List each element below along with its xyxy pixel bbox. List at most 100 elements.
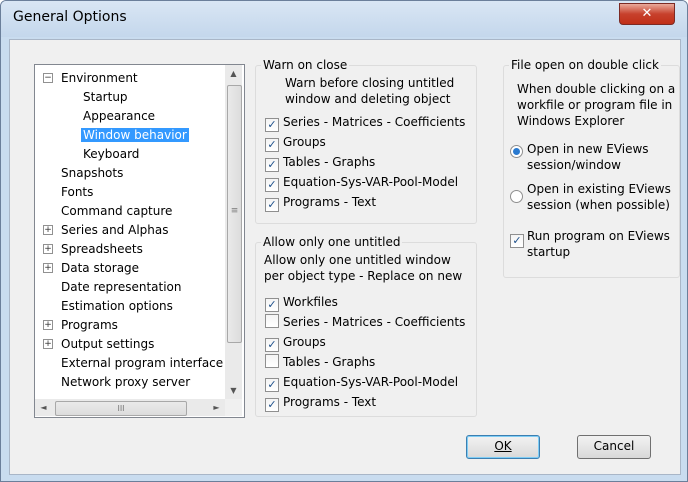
ok-button[interactable]: OK bbox=[466, 435, 540, 459]
tree-item-label: Programs bbox=[61, 318, 118, 332]
tree-item[interactable]: Series and Alphas bbox=[59, 221, 170, 239]
expand-plus-icon[interactable]: + bbox=[43, 225, 53, 235]
tree-item-label: Appearance bbox=[83, 109, 156, 123]
tree-item[interactable]: External program interface bbox=[59, 354, 225, 372]
scroll-down-arrow-icon[interactable]: ▼ bbox=[225, 382, 242, 399]
checkbox-label: Groups bbox=[283, 135, 326, 149]
tree-item[interactable]: Data storage bbox=[59, 259, 141, 277]
checkbox-label: Series - Matrices - Coefficients bbox=[283, 115, 466, 129]
hgrip-icon: III bbox=[117, 404, 125, 413]
checkbox-row[interactable]: ✓ Programs - Text bbox=[265, 194, 377, 212]
checkbox-row[interactable]: ✓ Programs - Text bbox=[265, 394, 377, 412]
horizontal-scroll-thumb[interactable]: III bbox=[55, 401, 187, 416]
tree-item-label: Data storage bbox=[61, 261, 140, 275]
tree-item-label: Fonts bbox=[61, 185, 94, 199]
radio-open-new-button[interactable] bbox=[510, 145, 523, 158]
tree-horizontal-scrollbar[interactable]: ◄ III ► bbox=[35, 399, 225, 416]
scroll-right-arrow-icon[interactable]: ► bbox=[208, 399, 225, 416]
checkbox-unchecked-icon[interactable] bbox=[265, 354, 279, 368]
checkbox-label: Workfiles bbox=[283, 295, 338, 309]
expand-plus-icon[interactable]: + bbox=[43, 320, 53, 330]
tree-item-label: Date representation bbox=[61, 280, 182, 294]
expand-plus-icon[interactable]: + bbox=[43, 244, 53, 254]
tree-item[interactable]: Appearance bbox=[81, 107, 157, 125]
checkbox-row[interactable]: ✓ Series - Matrices - Coefficients bbox=[265, 114, 466, 132]
tree-item-label: Network proxy server bbox=[61, 375, 191, 389]
checkbox-row[interactable]: ✓ Groups bbox=[265, 134, 326, 152]
tree-vertical-scrollbar[interactable]: ▲ ≡ ▼ bbox=[225, 65, 242, 399]
checkbox-checked-icon[interactable]: ✓ bbox=[265, 138, 279, 152]
tree-items: Environment − Startup Appearance Window beha… bbox=[35, 65, 225, 399]
options-tree[interactable]: Environment − Startup Appearance Window beha… bbox=[34, 64, 245, 418]
collapse-minus-icon[interactable]: − bbox=[43, 73, 53, 83]
tree-item[interactable]: Network proxy server bbox=[59, 373, 192, 391]
radio-open-existing-label: Open in existing EViews session (when po… bbox=[527, 182, 671, 212]
checkbox-checked-icon[interactable]: ✓ bbox=[265, 178, 279, 192]
tree-item[interactable]: Programs bbox=[59, 316, 120, 334]
expand-plus-icon[interactable]: + bbox=[43, 263, 53, 273]
run-program-label: Run program on EViews startup bbox=[527, 229, 670, 259]
checkbox-unchecked-icon[interactable] bbox=[265, 314, 279, 328]
checkbox-row[interactable]: ✓ Groups bbox=[265, 334, 326, 352]
scroll-left-arrow-icon[interactable]: ◄ bbox=[35, 399, 52, 416]
checkbox-row[interactable]: ✓ Equation-Sys-VAR-Pool-Model bbox=[265, 174, 459, 192]
radio-selected-dot bbox=[513, 148, 520, 155]
radio-open-existing-button[interactable] bbox=[510, 190, 523, 203]
tree-item[interactable]: Startup bbox=[81, 88, 130, 106]
tree-item[interactable]: Spreadsheets bbox=[59, 240, 145, 258]
tree-item[interactable]: Environment bbox=[59, 69, 140, 87]
checkbox-label: Programs - Text bbox=[283, 395, 377, 409]
checkbox-checked-icon[interactable]: ✓ bbox=[265, 158, 279, 172]
checkbox-row[interactable]: ✓ Equation-Sys-VAR-Pool-Model bbox=[265, 374, 459, 392]
tree-item[interactable]: Date representation bbox=[59, 278, 184, 296]
grip-icon: ≡ bbox=[230, 206, 239, 216]
tree-item[interactable]: Keyboard bbox=[81, 145, 141, 163]
checkbox-label: Series - Matrices - Coefficients bbox=[283, 315, 466, 329]
checkbox-label: Equation-Sys-VAR-Pool-Model bbox=[283, 375, 459, 389]
dialog-body: Environment − Startup Appearance Window beha… bbox=[9, 39, 681, 475]
file-open-title: File open on double click bbox=[509, 58, 661, 72]
cancel-button-label: Cancel bbox=[593, 439, 635, 453]
tree-item-label: Estimation options bbox=[61, 299, 173, 313]
tree-item[interactable]: Command capture bbox=[59, 202, 174, 220]
checkbox-label: Programs - Text bbox=[283, 195, 377, 209]
tree-item-label: Spreadsheets bbox=[61, 242, 143, 256]
checkbox-row[interactable]: Series - Matrices - Coefficients bbox=[265, 314, 465, 330]
checkbox-row[interactable]: Tables - Graphs bbox=[265, 354, 375, 370]
checkbox-checked-icon[interactable]: ✓ bbox=[265, 118, 279, 132]
checkbox-row[interactable]: ✓ Tables - Graphs bbox=[265, 154, 375, 172]
ok-button-label: OK bbox=[494, 439, 512, 453]
warn-on-close-title: Warn on close bbox=[261, 58, 350, 72]
checkbox-checked-icon[interactable]: ✓ bbox=[265, 298, 279, 312]
tree-item-label: External program interface bbox=[61, 356, 224, 370]
checkbox-checked-icon[interactable]: ✓ bbox=[265, 398, 279, 412]
tree-item-label: Snapshots bbox=[61, 166, 124, 180]
tree-item[interactable]: Estimation options bbox=[59, 297, 175, 315]
radio-open-new-label: Open in new EViews session/window bbox=[527, 142, 649, 172]
checkbox-checked-icon[interactable]: ✓ bbox=[265, 378, 279, 392]
general-options-window: General Options ✕ Environment − Startup App… bbox=[0, 0, 688, 482]
cancel-button[interactable]: Cancel bbox=[577, 435, 651, 459]
window-title: General Options bbox=[13, 9, 127, 25]
tree-item[interactable]: Output settings bbox=[59, 335, 156, 353]
tree-item[interactable]: Fonts bbox=[59, 183, 95, 201]
tree-item[interactable]: Window behavior bbox=[80, 126, 190, 144]
warn-on-close-note: Warn before closing untitled window and … bbox=[285, 76, 455, 106]
expand-plus-icon[interactable]: + bbox=[43, 339, 53, 349]
checkbox-label: Equation-Sys-VAR-Pool-Model bbox=[283, 175, 459, 189]
scroll-corner bbox=[225, 399, 242, 416]
tree-item-label: Window behavior bbox=[80, 127, 190, 143]
scroll-up-arrow-icon[interactable]: ▲ bbox=[225, 65, 242, 82]
tree-item-label: Command capture bbox=[61, 204, 173, 218]
checkbox-label: Groups bbox=[283, 335, 326, 349]
tree-item-label: Environment bbox=[61, 71, 138, 85]
run-program-check-icon[interactable]: ✓ bbox=[510, 234, 524, 248]
checkbox-row[interactable]: ✓ Workfiles bbox=[265, 294, 338, 312]
checkbox-checked-icon[interactable]: ✓ bbox=[265, 198, 279, 212]
tree-item-label: Output settings bbox=[61, 337, 155, 351]
tree-item[interactable]: Snapshots bbox=[59, 164, 125, 182]
checkbox-checked-icon[interactable]: ✓ bbox=[265, 338, 279, 352]
close-button[interactable]: ✕ bbox=[619, 3, 675, 25]
allow-one-untitled-title: Allow only one untitled bbox=[261, 235, 403, 249]
vertical-scroll-thumb[interactable]: ≡ bbox=[227, 85, 242, 343]
